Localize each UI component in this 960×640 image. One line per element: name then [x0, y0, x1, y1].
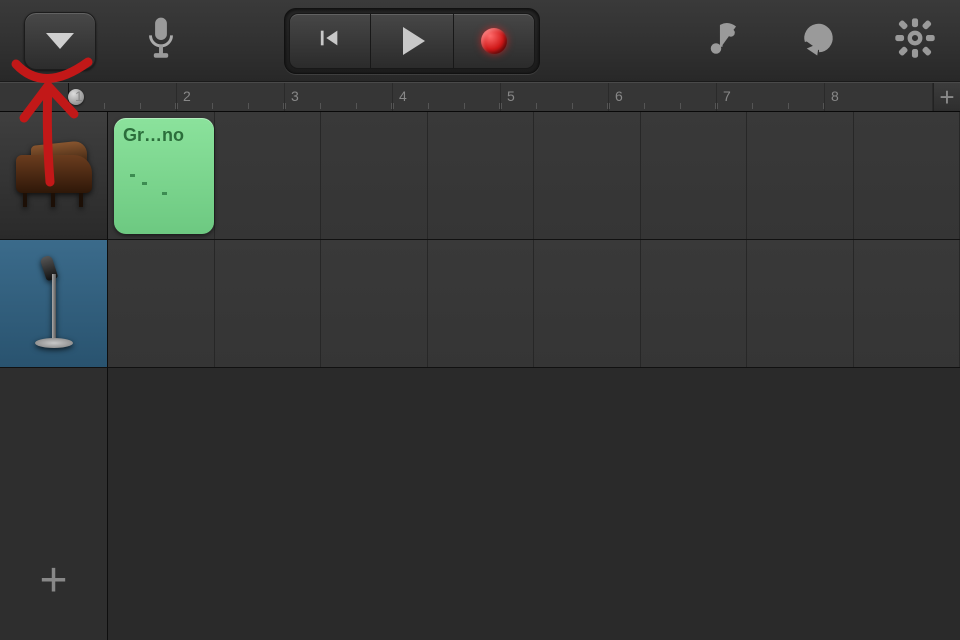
microphone-icon[interactable] — [140, 17, 182, 64]
my-songs-dropdown-button[interactable] — [24, 12, 96, 70]
transport-controls — [284, 8, 540, 74]
ruler-measure-6[interactable]: 6 — [609, 83, 717, 111]
tracks-area: + Gr…no — [0, 112, 960, 640]
play-button[interactable] — [371, 13, 453, 69]
track-lane-piano[interactable]: Gr…no — [108, 112, 960, 240]
loop-icon[interactable] — [798, 17, 840, 64]
play-icon — [403, 27, 425, 55]
ruler-measure-4[interactable]: 4 — [393, 83, 501, 111]
measure-label: 7 — [723, 88, 731, 104]
empty-lane-area — [108, 368, 960, 640]
measure-label: 6 — [615, 88, 623, 104]
measure-label: 4 — [399, 88, 407, 104]
measure-label: 8 — [831, 88, 839, 104]
measure-label: 5 — [507, 88, 515, 104]
rewind-button[interactable] — [289, 13, 371, 69]
plus-icon: + — [939, 84, 954, 110]
ruler-gutter — [0, 83, 69, 111]
midi-region-piano[interactable]: Gr…no — [114, 118, 214, 234]
measure-label: 1 — [75, 88, 83, 104]
instruments-icon[interactable] — [702, 17, 744, 64]
toolbar-left-group — [24, 12, 182, 70]
arrangement-lane-area[interactable]: Gr…no — [108, 112, 960, 640]
ruler-measure-8[interactable]: 8 — [825, 83, 933, 111]
ruler-measure-5[interactable]: 5 — [501, 83, 609, 111]
measure-label: 2 — [183, 88, 191, 104]
track-header-vocal[interactable] — [0, 240, 107, 368]
measure-label: 3 — [291, 88, 299, 104]
timeline-ruler-row: 1 2 3 4 5 6 7 8 + — [0, 82, 960, 112]
rewind-icon — [319, 27, 341, 54]
region-label: Gr…no — [123, 125, 205, 146]
add-track-button[interactable]: + — [0, 520, 107, 640]
plus-icon: + — [39, 553, 67, 608]
track-lane-vocal[interactable] — [108, 240, 960, 368]
ruler-measure-3[interactable]: 3 — [285, 83, 393, 111]
track-header-list: + — [0, 112, 108, 640]
triangle-down-icon — [46, 33, 74, 49]
timeline-ruler[interactable]: 1 2 3 4 5 6 7 8 — [69, 83, 933, 111]
toolbar-right-group — [702, 17, 936, 64]
settings-gear-icon[interactable] — [894, 17, 936, 64]
track-header-piano[interactable] — [0, 112, 107, 240]
piano-instrument-icon — [13, 147, 95, 205]
top-toolbar — [0, 0, 960, 82]
ruler-measure-1[interactable]: 1 — [69, 83, 177, 111]
ruler-measure-7[interactable]: 7 — [717, 83, 825, 111]
record-icon — [481, 28, 507, 54]
ruler-measure-2[interactable]: 2 — [177, 83, 285, 111]
mic-stand-instrument-icon — [29, 254, 79, 354]
add-section-button[interactable]: + — [933, 83, 960, 111]
record-button[interactable] — [453, 13, 535, 69]
